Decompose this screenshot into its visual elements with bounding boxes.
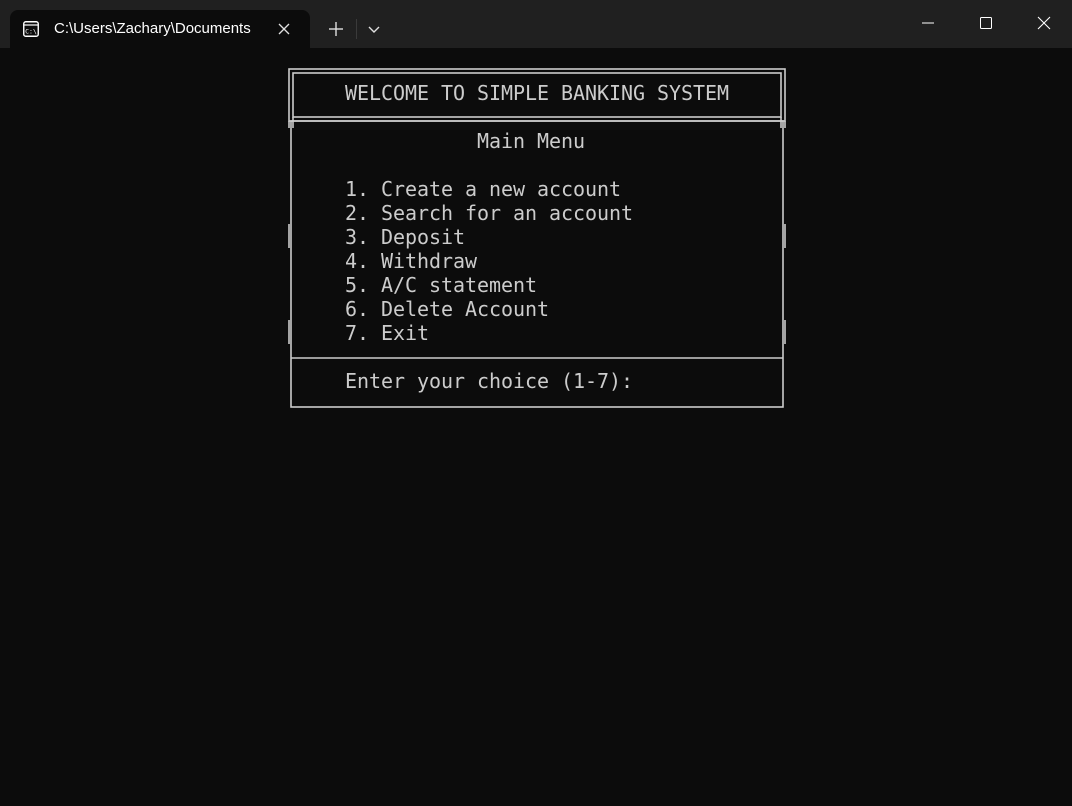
menu-item: 5. A/C statement <box>345 273 538 297</box>
plus-icon[interactable] <box>324 17 348 41</box>
console-output[interactable]: WELCOME TO SIMPLE BANKING SYSTEM Main Me… <box>0 48 1072 806</box>
svg-text:C:\: C:\ <box>25 28 37 36</box>
terminal-window: C:\ C:\Users\Zachary\Documents WELCOME T… <box>0 0 1072 806</box>
tab-active[interactable]: C:\ C:\Users\Zachary\Documents <box>10 10 310 48</box>
close-window-button[interactable] <box>1015 0 1072 46</box>
minimize-icon <box>922 22 934 24</box>
title-bar: C:\ C:\Users\Zachary\Documents <box>0 0 1072 48</box>
menu-item: 1. Create a new account <box>345 177 622 201</box>
close-icon[interactable] <box>276 21 292 37</box>
close-icon <box>1037 16 1051 30</box>
terminal-prompt-icon: C:\ <box>23 21 39 37</box>
menu-item: 2. Search for an account <box>345 201 634 225</box>
ascii-box-frame <box>288 68 786 408</box>
menu-item: 6. Delete Account <box>345 297 550 321</box>
input-prompt[interactable]: Enter your choice (1-7): <box>345 369 633 393</box>
menu-item: 3. Deposit <box>345 225 466 249</box>
minimize-button[interactable] <box>899 0 957 46</box>
menu-title: Main Menu <box>477 129 586 153</box>
menu-item: 4. Withdraw <box>345 249 478 273</box>
tab-title: C:\Users\Zachary\Documents <box>54 20 251 37</box>
maximize-icon <box>980 17 992 29</box>
menu-item: 7. Exit <box>345 321 430 345</box>
divider <box>356 19 357 39</box>
chevron-down-icon[interactable] <box>362 17 386 41</box>
maximize-button[interactable] <box>957 0 1015 46</box>
banner-text: WELCOME TO SIMPLE BANKING SYSTEM <box>345 81 730 105</box>
